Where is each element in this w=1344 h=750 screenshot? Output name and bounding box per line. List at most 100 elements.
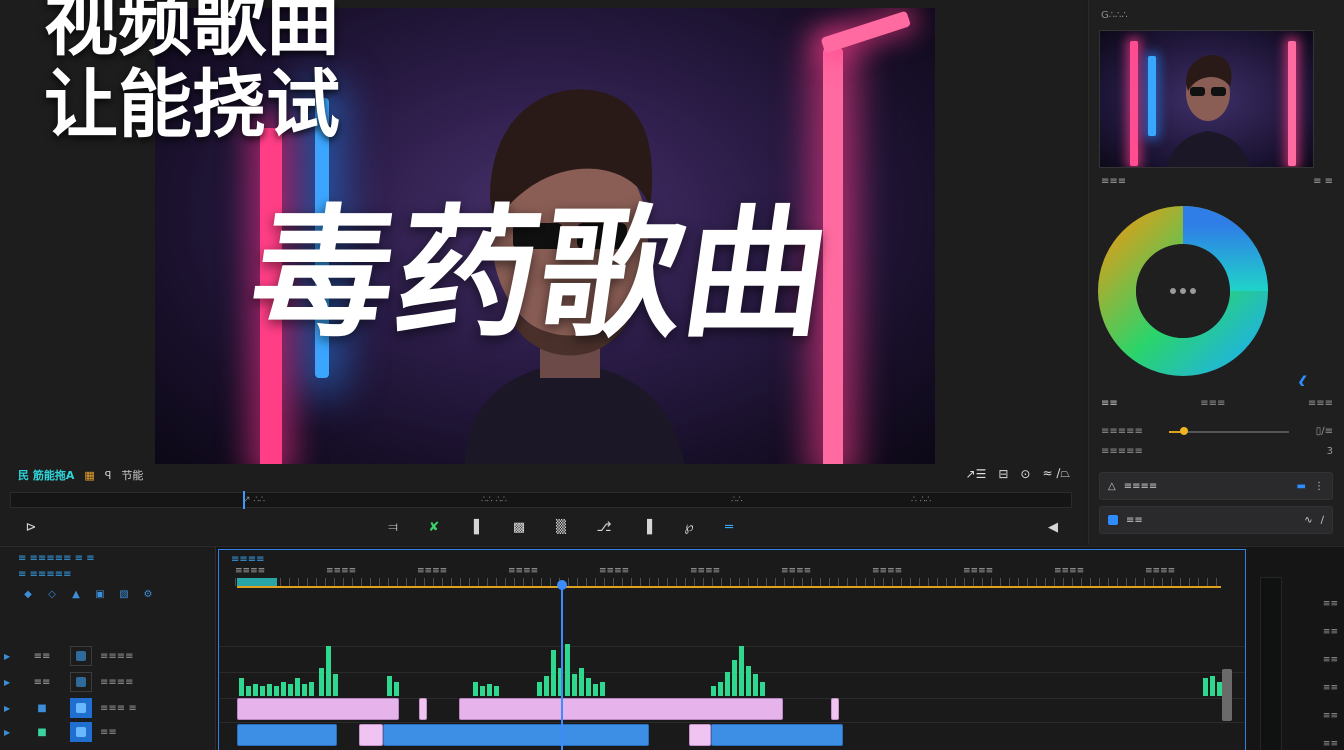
track-row-v1: ▶ ■ ≡≡≡ ≡ bbox=[0, 697, 216, 719]
monitor-ruler[interactable]: ↗ ∴∴ ∴∴ ∴∴ ∴∴ ∴ ∴∴ bbox=[10, 491, 1072, 509]
waveform-bar bbox=[333, 674, 338, 696]
option-card-1[interactable]: △ ≡≡≡≡ ▬ ⋮ bbox=[1099, 472, 1333, 500]
wrench-icon[interactable]: ≈ ∕⏢ bbox=[1042, 466, 1070, 481]
param-2-value[interactable]: 3 bbox=[1327, 446, 1333, 457]
track-toggle[interactable] bbox=[70, 672, 92, 692]
track-label: ≡≡ bbox=[100, 726, 117, 738]
play-icon[interactable]: ⊳ bbox=[22, 519, 40, 537]
param-1-slider[interactable] bbox=[1169, 426, 1290, 435]
meter-label: ≡≡ bbox=[1322, 739, 1338, 749]
settings-icon[interactable]: ═ bbox=[720, 519, 738, 537]
card-menu-icon[interactable]: ⋮ bbox=[1314, 481, 1324, 492]
pen-icon[interactable]: ∿ bbox=[1304, 515, 1312, 526]
track-name: ≡≡ bbox=[33, 650, 51, 662]
insert-icon[interactable]: ▒ bbox=[552, 519, 570, 537]
tab-3[interactable]: ≡≡≡ bbox=[1308, 398, 1333, 409]
slider-knob[interactable] bbox=[1179, 426, 1188, 435]
waveform-bar bbox=[1210, 676, 1215, 696]
transport-controls: ⊳ ⫤ ✘ ▌ ▩ ▒ ⎇ ▐ ℘ ═ ◀ bbox=[0, 515, 1084, 543]
timeline-clip[interactable] bbox=[459, 698, 783, 720]
timecode[interactable]: 民 筋能拖A bbox=[18, 467, 74, 483]
track-expand-icon[interactable]: ▶ bbox=[4, 728, 14, 737]
track-expand-icon[interactable]: ▶ bbox=[4, 704, 14, 713]
track-eye-icon[interactable]: ■ bbox=[14, 703, 70, 714]
waveform-bar bbox=[246, 686, 251, 696]
waveform-bar bbox=[572, 674, 577, 696]
track-expand-icon[interactable]: ▶ bbox=[4, 678, 14, 687]
tab-1[interactable]: ≡≡ bbox=[1101, 398, 1118, 409]
snap-icon[interactable]: ✘ bbox=[425, 519, 443, 537]
video-title-text: 毒药歌曲 bbox=[241, 192, 841, 357]
waveform-bar bbox=[732, 660, 737, 696]
waveform-bar bbox=[718, 682, 723, 696]
track-label: ≡≡≡ ≡ bbox=[100, 702, 137, 714]
safe-margin-icon[interactable]: ⊟ bbox=[998, 467, 1008, 481]
card-2-icon bbox=[1108, 515, 1118, 525]
track-expand-icon[interactable]: ▶ bbox=[4, 652, 14, 661]
export-frame-icon[interactable]: ℘ bbox=[680, 519, 698, 537]
waveform-bar bbox=[753, 674, 758, 696]
snap-tool-icon[interactable]: ◆ bbox=[22, 589, 34, 601]
monitor-info-bar: 民 筋能拖A ▦ ꟼ 节能 bbox=[18, 466, 143, 484]
param-1-value[interactable]: ▯∕≡ bbox=[1316, 426, 1333, 437]
link-tool-icon[interactable]: ◇ bbox=[46, 589, 58, 601]
timeline-playhead[interactable] bbox=[557, 580, 567, 750]
card-toggle-icon[interactable]: ▬ bbox=[1297, 481, 1306, 492]
monitor-playhead[interactable] bbox=[243, 491, 245, 509]
param-row-1: ≡≡≡≡≡ ▯∕≡ bbox=[1101, 426, 1333, 437]
collapse-icon[interactable]: ◀ bbox=[1044, 519, 1062, 537]
program-monitor: 毒药歌曲 视频歌曲 让能挠试 民 筋能拖A ▦ ꟼ 节能 ↗☰ ⊟ ⊙ ≈ ∕⏢… bbox=[0, 0, 1084, 545]
timeline-clip[interactable] bbox=[237, 724, 337, 746]
timeline-clip[interactable] bbox=[359, 724, 383, 746]
svg-text:❮: ❮ bbox=[1297, 374, 1309, 386]
timeline-clip[interactable] bbox=[711, 724, 843, 746]
param-row-2: ≡≡≡≡≡ 3 bbox=[1101, 446, 1333, 457]
settings-tool-icon[interactable]: ⚙ bbox=[142, 589, 154, 601]
thumb-person bbox=[1168, 54, 1250, 167]
track-toggle[interactable] bbox=[70, 698, 92, 718]
transform-icon[interactable]: ↗☰ bbox=[966, 467, 987, 481]
meter-label: ≡≡ bbox=[1322, 599, 1338, 609]
timeline-clip[interactable] bbox=[383, 724, 649, 746]
edit-icon[interactable]: ∕ bbox=[1321, 515, 1324, 526]
audio-meter-column bbox=[1260, 577, 1282, 750]
color-section-menu[interactable]: ≡ ≡ bbox=[1313, 176, 1333, 187]
caption-tool-icon[interactable]: ▧ bbox=[118, 589, 130, 601]
fit-icon[interactable]: ▦ bbox=[84, 469, 94, 482]
waveform-bar bbox=[537, 682, 542, 696]
waveform-bar bbox=[326, 646, 331, 696]
timeline-clip[interactable] bbox=[689, 724, 711, 746]
waveform-bar bbox=[288, 684, 293, 696]
monitor-label-2: 节能 bbox=[121, 469, 144, 482]
track-row-v2: ▶ ■ ≡≡ bbox=[0, 721, 216, 743]
color-wheel[interactable]: ❮ bbox=[1097, 196, 1337, 386]
timeline-clip[interactable] bbox=[419, 698, 427, 720]
track-label: ≡≡≡≡ bbox=[100, 676, 134, 688]
mark-in-icon[interactable]: ⫤ bbox=[384, 519, 402, 537]
overlay-title-line-2: 让能挠试 bbox=[44, 62, 340, 148]
waveform-bar bbox=[551, 650, 556, 696]
record-icon[interactable]: ▩ bbox=[510, 519, 528, 537]
timeline-clip[interactable] bbox=[831, 698, 839, 720]
waveform-bar bbox=[281, 682, 286, 696]
option-card-2[interactable]: ≡≡ ∿ ∕ bbox=[1099, 506, 1333, 534]
track-eye-icon[interactable]: ■ bbox=[14, 727, 70, 738]
thumb-neon-blue bbox=[1148, 56, 1156, 136]
track-toggle[interactable] bbox=[70, 646, 92, 666]
wrench-tool-icon[interactable]: ▣ bbox=[94, 589, 106, 601]
tab-2[interactable]: ≡≡≡ bbox=[1200, 398, 1225, 409]
source-thumbnail[interactable] bbox=[1099, 30, 1314, 168]
waveform-bar bbox=[544, 676, 549, 696]
timeline-scrollbar[interactable] bbox=[1222, 669, 1232, 721]
neon-light-top bbox=[820, 10, 912, 54]
lift-icon[interactable]: ⎇ bbox=[595, 519, 613, 537]
timeline-area[interactable]: ≡≡≡≡ ≡≡≡≡ ≡≡≡≡ ≡≡≡≡ ≡≡≡≡ ≡≡≡≡ ≡≡≡≡ ≡≡≡≡ ≡≡≡≡ ≡≡≡… bbox=[218, 549, 1246, 750]
compare-icon[interactable]: ⊙ bbox=[1020, 467, 1030, 481]
color-section-header: ≡≡≡ ≡ ≡ bbox=[1101, 176, 1333, 187]
track-toggle[interactable] bbox=[70, 722, 92, 742]
timeline-clip[interactable] bbox=[237, 698, 399, 720]
color-section-label: ≡≡≡ bbox=[1101, 176, 1127, 187]
extract-icon[interactable]: ▐ bbox=[638, 519, 656, 537]
stop-icon[interactable]: ▌ bbox=[470, 519, 488, 537]
marker-tool-icon[interactable]: ▲ bbox=[70, 589, 82, 601]
